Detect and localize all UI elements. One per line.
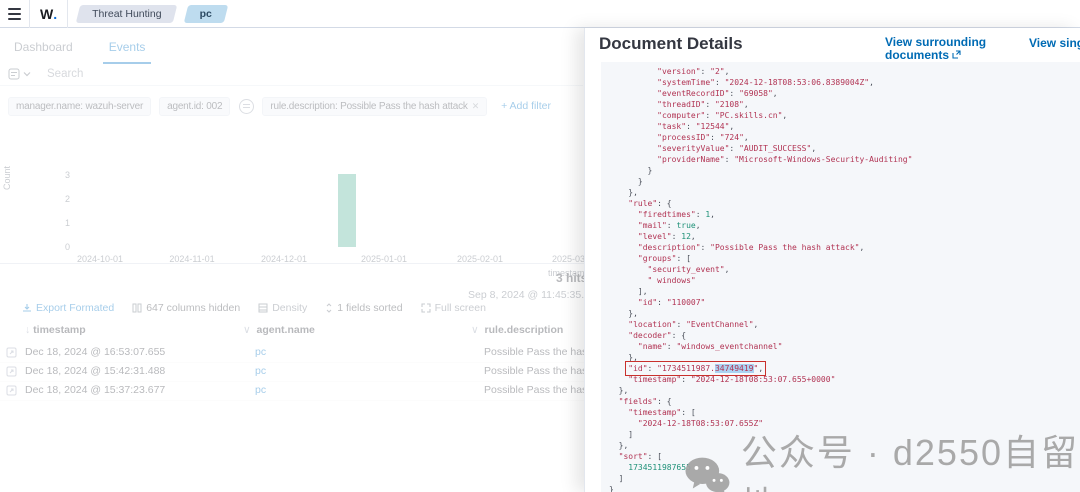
breadcrumb-label: pc xyxy=(199,7,212,20)
hamburger-menu-icon[interactable] xyxy=(0,0,30,28)
breadcrumb-agent-pc[interactable]: pc xyxy=(183,4,229,23)
top-navbar: W. Threat Hunting pc xyxy=(0,0,1080,28)
json-code[interactable]: "version": "2", "systemTime": "2024-12-1… xyxy=(601,62,1080,492)
breadcrumb-label: Threat Hunting xyxy=(92,7,162,20)
flyout-title: Document Details xyxy=(599,34,743,53)
app-root: W. Threat Hunting pc Dashboard Events Se… xyxy=(0,0,1080,492)
wazuh-logo: W. xyxy=(30,0,69,28)
external-link-icon xyxy=(952,50,961,59)
breadcrumb-threat-hunting[interactable]: Threat Hunting xyxy=(75,4,178,23)
document-details-flyout: Document Details View surrounding docume… xyxy=(584,28,1080,492)
view-single-document-link[interactable]: View single xyxy=(1029,36,1080,50)
view-surrounding-documents-link[interactable]: View surrounding documents xyxy=(885,36,997,62)
